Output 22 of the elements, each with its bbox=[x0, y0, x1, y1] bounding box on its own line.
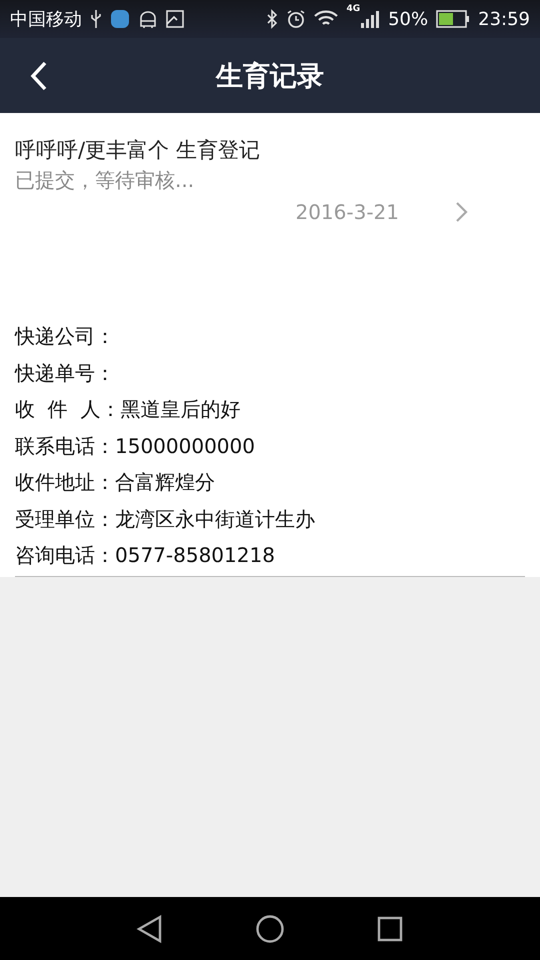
detail-line: 联系电话：15000000000 bbox=[15, 432, 256, 460]
carrier-name: 中国移动 bbox=[10, 8, 82, 31]
usb-icon bbox=[90, 9, 102, 29]
home-button[interactable] bbox=[255, 914, 285, 944]
record-title: 呼呼呼/更丰富个 生育登记 bbox=[15, 137, 261, 164]
battery-icon bbox=[436, 10, 470, 28]
detail-line: 收件地址：合富辉煌分 bbox=[15, 469, 216, 496]
detail-line: 咨询电话：0577-85801218 bbox=[15, 542, 276, 569]
image-icon bbox=[166, 10, 184, 28]
record-status: 已提交，等待审核... bbox=[15, 167, 196, 194]
bluetooth-icon bbox=[266, 9, 278, 29]
record-date: 2016-3-21 bbox=[295, 200, 399, 224]
detail-line: 快递公司： bbox=[15, 323, 116, 350]
network-label: 4G bbox=[346, 4, 360, 14]
alarm-icon bbox=[286, 9, 306, 29]
detail-line: 收 件 人：黑道皇后的好 bbox=[15, 396, 242, 423]
signal-icon bbox=[360, 9, 380, 29]
detail-line: 受理单位：龙湾区永中街道计生办 bbox=[15, 506, 316, 532]
clock: 23:59 bbox=[478, 8, 530, 30]
battery-percent: 50% bbox=[388, 8, 428, 30]
detail-line: 快递单号： bbox=[15, 360, 116, 386]
page-title: 生育记录 bbox=[216, 60, 324, 94]
